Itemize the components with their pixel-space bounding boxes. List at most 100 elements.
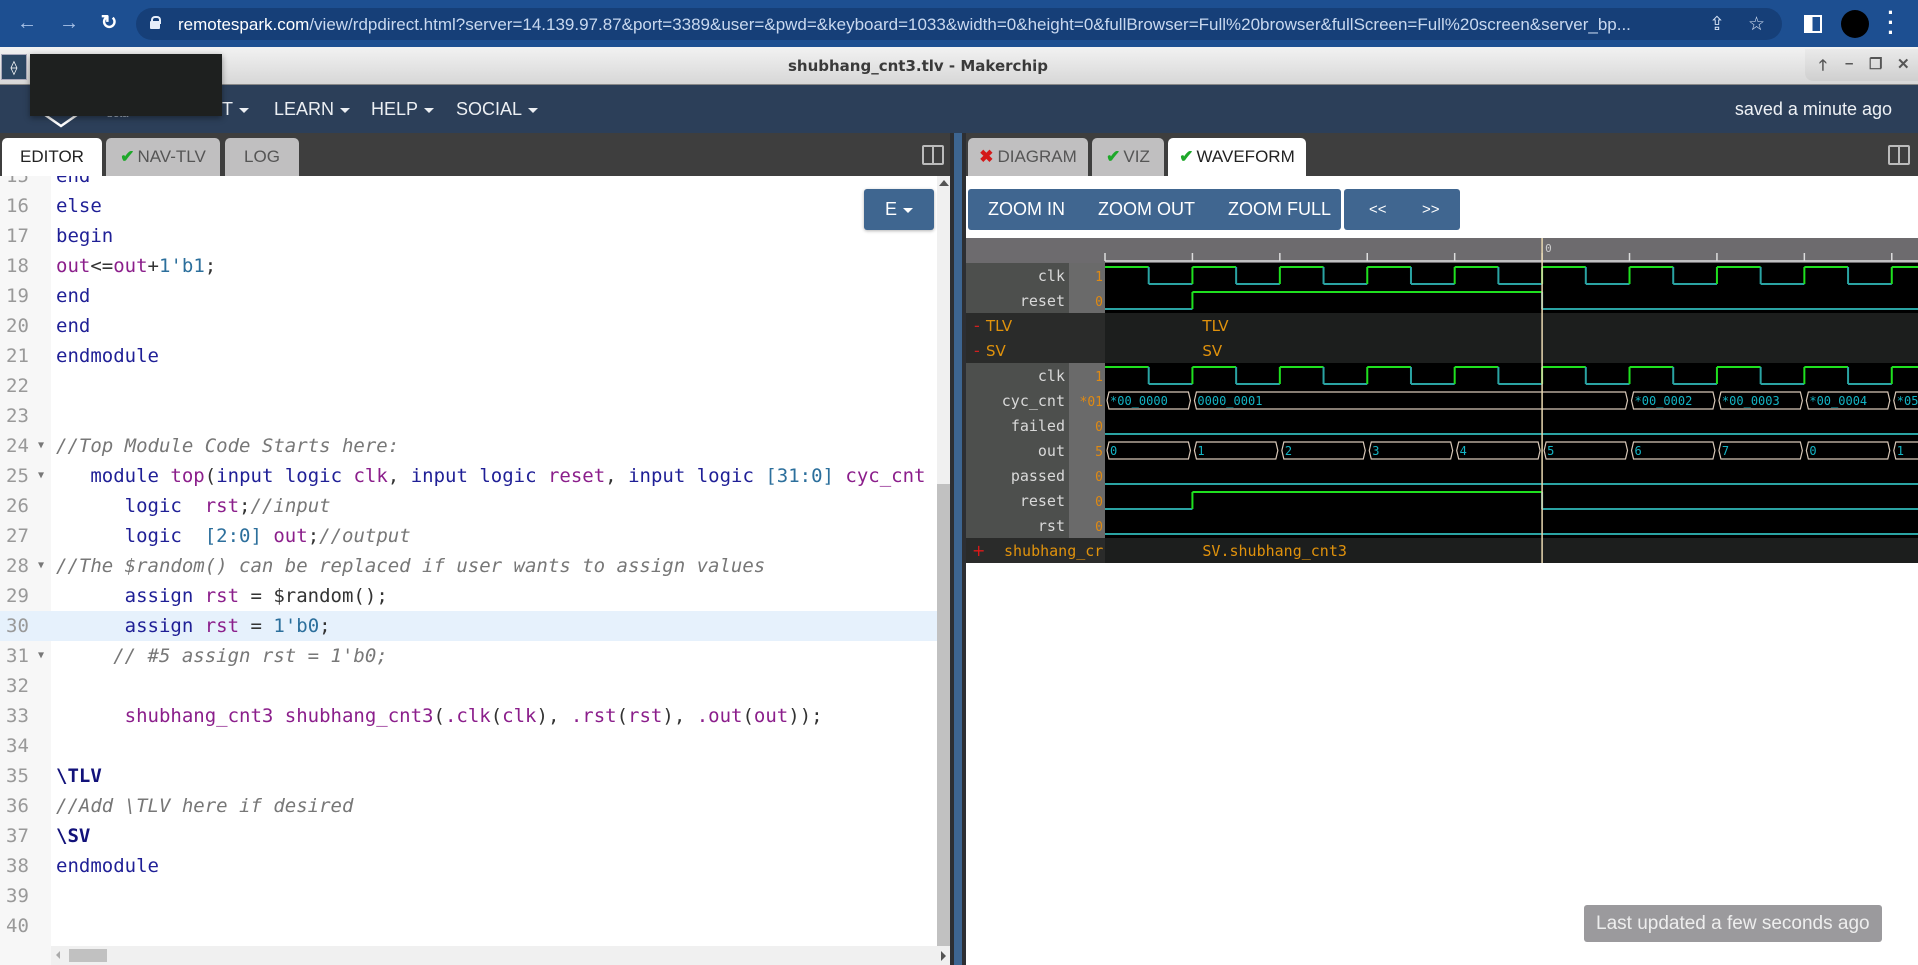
code-token: ( bbox=[616, 705, 629, 727]
vertical-scrollbar-thumb[interactable] bbox=[937, 484, 950, 952]
browser-menu-icon[interactable]: · · · bbox=[1886, 2, 1896, 44]
code-line[interactable]: 16 else bbox=[0, 191, 937, 221]
code-line[interactable]: 35 \TLV bbox=[0, 761, 937, 791]
signal-name[interactable]: cyc_cnt bbox=[1002, 392, 1065, 410]
line-number: 22 bbox=[6, 375, 29, 397]
code-line[interactable]: 37 \SV bbox=[0, 821, 937, 851]
code-line[interactable]: 18 out<=out+1'b1; bbox=[0, 251, 937, 281]
zoom-full-button[interactable]: ZOOM FULL bbox=[1228, 189, 1331, 230]
menu-help[interactable]: HELP bbox=[371, 99, 435, 120]
signal-name[interactable]: reset bbox=[1020, 492, 1065, 510]
scroll-left-arrow-icon[interactable] bbox=[56, 951, 60, 959]
url-text[interactable]: remotespark.com/view/rdpdirect.html?serv… bbox=[178, 15, 1698, 35]
address-bar[interactable]: remotespark.com/view/rdpdirect.html?serv… bbox=[136, 8, 1782, 40]
scroll-up-arrow-icon[interactable] bbox=[939, 180, 949, 186]
code-line[interactable]: 31 ▼ // #5 assign rst = 1'b0; bbox=[0, 641, 937, 671]
code-editor[interactable]: 15 end 16 else 17 begin 18 out<=out+1'b1; 19 end 2… bbox=[0, 176, 950, 965]
code-line[interactable]: 15 end bbox=[0, 176, 937, 191]
window-title-bar: ⟠ shubhang_cnt3.tlv - Makerchip bbox=[0, 47, 1918, 85]
scope-row[interactable] bbox=[966, 538, 1918, 563]
code-line[interactable]: 25 ▼ module top(input logic clk, input lo… bbox=[0, 461, 937, 491]
share-icon[interactable]: ⇪ bbox=[1709, 13, 1725, 36]
code-line[interactable]: 27 logic [2:0] out;//output bbox=[0, 521, 937, 551]
scope-row[interactable] bbox=[966, 338, 1918, 363]
waveform-canvas[interactable]: 0clk 1reset 0- TLV TLV- SV SVclk 1cyc_cnt *01 *00… bbox=[966, 238, 1918, 563]
split-view-icon[interactable] bbox=[922, 145, 944, 165]
editor-mode-dropdown[interactable]: E bbox=[864, 189, 934, 230]
code-line[interactable]: 36 //Add \TLV here if desired bbox=[0, 791, 937, 821]
code-line[interactable]: 38 endmodule bbox=[0, 851, 937, 881]
zoom-in-button[interactable]: ZOOM IN bbox=[988, 189, 1065, 230]
code-line[interactable]: 21 endmodule bbox=[0, 341, 937, 371]
tab-waveform[interactable]: ✔ WAVEFORM bbox=[1168, 138, 1306, 176]
collapse-icon[interactable]: - bbox=[974, 341, 980, 360]
code-line[interactable]: 32 bbox=[0, 671, 937, 701]
restore-icon[interactable]: ❐ bbox=[1869, 55, 1882, 73]
scope-row[interactable] bbox=[966, 313, 1918, 338]
code-line[interactable]: 22 bbox=[0, 371, 937, 401]
panel-resize-divider[interactable] bbox=[950, 133, 966, 965]
waveform-viewer[interactable]: 0 clk 1 reset 0- TLV TLV - SV SV clk 1 cyc_cnt *01 *00… bbox=[966, 238, 1918, 563]
scope-label: TLV bbox=[1201, 317, 1229, 335]
fold-arrow-icon[interactable]: ▼ bbox=[38, 431, 44, 461]
code-line[interactable]: 30 assign rst = 1'b0; bbox=[0, 611, 937, 641]
tab-editor[interactable]: EDITOR bbox=[2, 138, 102, 176]
code-line[interactable]: 23 bbox=[0, 401, 937, 431]
menu-learn[interactable]: LEARN bbox=[274, 99, 351, 120]
signal-name[interactable]: failed bbox=[1011, 417, 1065, 435]
line-number: 19 bbox=[6, 285, 29, 307]
code-token: <= bbox=[90, 255, 114, 277]
tab-nav-tlv[interactable]: ✔ NAV-TLV bbox=[106, 138, 220, 176]
split-view-icon[interactable] bbox=[1888, 145, 1910, 165]
code-line[interactable]: 29 assign rst = $random(); bbox=[0, 581, 937, 611]
minimize-icon[interactable]: – bbox=[1845, 55, 1853, 72]
close-icon[interactable]: ✕ bbox=[1897, 55, 1910, 73]
forward-icon[interactable]: → bbox=[56, 10, 82, 36]
signal-name[interactable]: out bbox=[1038, 442, 1065, 460]
tab-diagram[interactable]: ✖ DIAGRAM bbox=[968, 138, 1088, 176]
back-icon[interactable]: ← bbox=[14, 10, 40, 36]
signal-name[interactable]: passed bbox=[1011, 467, 1065, 485]
code-line[interactable]: 40 bbox=[0, 911, 937, 941]
code-token: , bbox=[387, 465, 411, 487]
code-line[interactable]: 24 ▼ //Top Module Code Starts here: bbox=[0, 431, 937, 461]
signal-value: 0 bbox=[1095, 470, 1103, 485]
bus-value-label: *00_0003 bbox=[1722, 394, 1780, 408]
tab-viz[interactable]: ✔ VIZ bbox=[1092, 138, 1164, 176]
bookmark-star-icon[interactable]: ☆ bbox=[1748, 13, 1765, 36]
reload-icon[interactable]: ↻ bbox=[96, 10, 122, 36]
zoom-out-button[interactable]: ZOOM OUT bbox=[1098, 189, 1195, 230]
code-line[interactable]: 34 bbox=[0, 731, 937, 761]
code-line[interactable]: 20 end bbox=[0, 311, 937, 341]
fold-arrow-icon[interactable]: ▼ bbox=[38, 461, 44, 491]
scroll-right-arrow-icon[interactable] bbox=[941, 951, 946, 961]
side-panel-icon[interactable] bbox=[1804, 15, 1822, 33]
code-line[interactable]: 33 shubhang_cnt3 shubhang_cnt3(.clk(clk)… bbox=[0, 701, 937, 731]
expand-icon[interactable]: + bbox=[972, 541, 985, 560]
code-line[interactable]: 17 begin bbox=[0, 221, 937, 251]
profile-avatar[interactable] bbox=[1841, 10, 1869, 38]
fold-arrow-icon[interactable]: ▼ bbox=[38, 641, 44, 671]
signal-name[interactable]: reset bbox=[1020, 292, 1065, 310]
timeline-header[interactable] bbox=[966, 238, 1918, 263]
code-line[interactable]: 39 bbox=[0, 881, 937, 911]
fold-arrow-icon[interactable]: ▼ bbox=[38, 551, 44, 581]
check-icon: ✔ bbox=[120, 147, 135, 166]
pan-right-button[interactable]: >> bbox=[1422, 189, 1440, 230]
signal-name[interactable]: clk bbox=[1038, 267, 1065, 285]
vertical-scrollbar[interactable] bbox=[937, 176, 950, 952]
pan-left-button[interactable]: << bbox=[1369, 189, 1387, 230]
menu-project[interactable]: T bbox=[222, 99, 249, 120]
code-line[interactable]: 28 ▼ //The $random() can be replaced if us… bbox=[0, 551, 937, 581]
tab-log[interactable]: LOG bbox=[225, 138, 299, 176]
signal-name[interactable]: rst bbox=[1038, 517, 1065, 535]
horizontal-scrollbar-thumb[interactable] bbox=[69, 949, 107, 962]
menu-social[interactable]: SOCIAL bbox=[456, 99, 539, 120]
signal-name[interactable]: clk bbox=[1038, 367, 1065, 385]
collapse-icon[interactable]: - bbox=[974, 316, 980, 335]
horizontal-scrollbar[interactable] bbox=[51, 946, 950, 965]
pin-up-icon[interactable]: 🡑 bbox=[1819, 55, 1827, 80]
code-token: //Add \TLV here if desired bbox=[56, 795, 354, 817]
code-line[interactable]: 19 end bbox=[0, 281, 937, 311]
code-line[interactable]: 26 logic rst;//input bbox=[0, 491, 937, 521]
